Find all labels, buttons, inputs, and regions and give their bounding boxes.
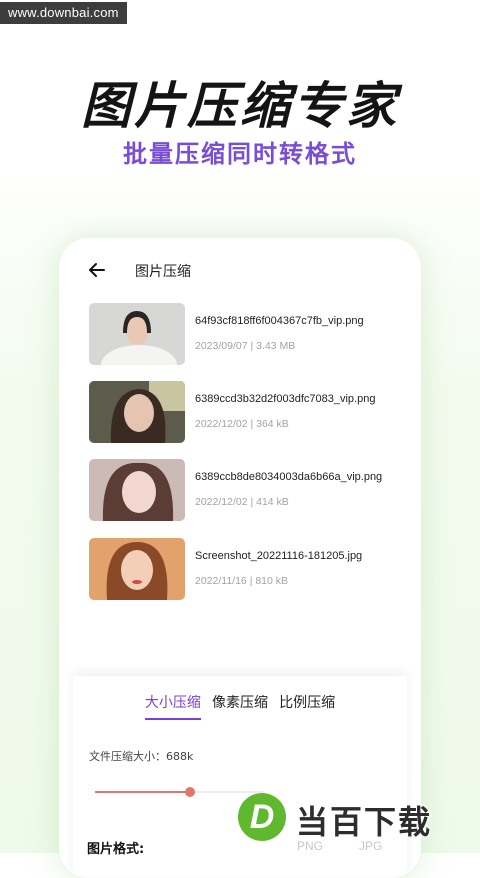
file-name: 64f93cf818ff6f004367c7fb_vip.png [195,315,364,327]
compression-tabs: 大小压缩 像素压缩 比例压缩 [73,692,407,720]
file-item[interactable]: 64f93cf818ff6f004367c7fb_vip.png 2023/09… [89,303,409,365]
file-name: 6389ccd3b32d2f003dfc7083_vip.png [195,393,376,405]
file-meta: 2022/12/02 | 364 kB [195,418,289,430]
size-label: 文件压缩大小：688k [89,750,194,763]
thumbnail-image [89,381,185,443]
file-item[interactable]: Screenshot_20221116-181205.jpg 2022/11/1… [89,538,409,600]
subline: 批量压缩同时转格式 [123,140,357,168]
thumbnail-image [89,538,185,600]
file-item[interactable]: 6389ccb8de8034003da6b66a_vip.png 2022/12… [89,459,409,521]
watermark: www.downbai.com [0,2,127,24]
file-name: 6389ccb8de8034003da6b66a_vip.png [195,471,383,483]
back-arrow-icon[interactable] [87,260,107,280]
screen-title: 图片压缩 [135,264,191,280]
thumbnail-image [89,303,185,365]
brand-icon: D [238,793,286,841]
brand-text: 当百下载 [296,803,433,841]
file-meta: 2022/11/16 | 810 kB [195,575,289,587]
tab-ratio[interactable]: 比例压缩 [279,692,335,720]
slider-knob[interactable] [185,787,196,797]
thumbnail-image [89,459,185,521]
file-name: Screenshot_20221116-181205.jpg [195,550,363,562]
tab-size[interactable]: 大小压缩 [144,692,201,720]
headline: 图片压缩专家 [81,77,399,135]
tab-pixel[interactable]: 像素压缩 [212,692,268,720]
brand-logo: D 当百下载 [232,783,480,853]
phone-screen: 图片压缩 64f93cf818ff6f004367c7fb_vip.png 20… [59,238,421,878]
slider-fill [95,791,191,793]
format-label: 图片格式: [87,842,145,857]
top-bar: 图片压缩 [59,238,421,302]
file-meta: 2022/12/02 | 414 kB [195,496,289,508]
file-meta: 2023/09/07 | 3.43 MB [195,340,296,352]
file-item[interactable]: 6389ccd3b32d2f003dfc7083_vip.png 2022/12… [89,381,409,443]
